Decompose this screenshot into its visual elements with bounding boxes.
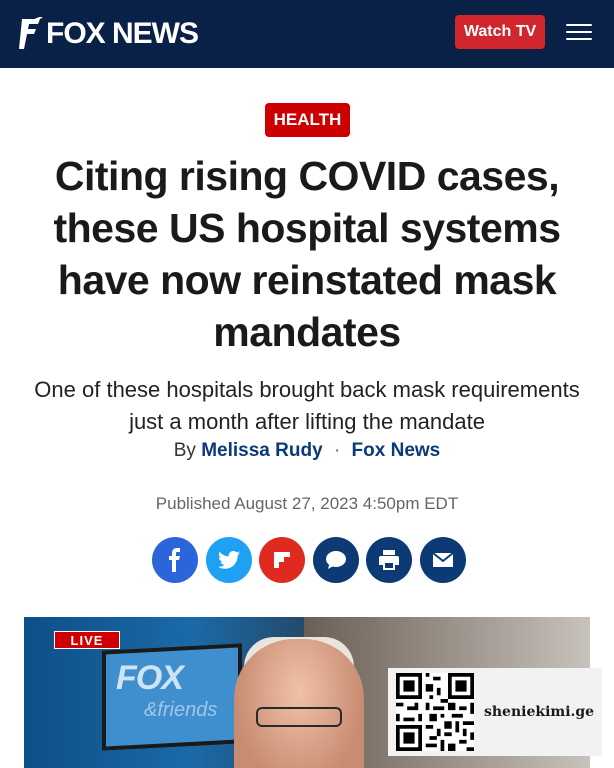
comment-icon xyxy=(325,551,346,569)
share-twitter-button[interactable] xyxy=(205,537,252,583)
logo-text: FOX NEWS xyxy=(46,17,199,50)
flipboard-icon xyxy=(274,552,291,568)
glasses-shape xyxy=(256,707,342,727)
print-button[interactable] xyxy=(366,537,413,583)
comments-button[interactable] xyxy=(312,537,359,583)
byline-prefix: By xyxy=(173,440,196,461)
share-flipboard-button[interactable] xyxy=(259,537,306,583)
watermark-box: sheniekimi.ge xyxy=(388,668,602,756)
watermark-site-text: sheniekimi.ge xyxy=(484,704,595,720)
email-share-button[interactable] xyxy=(419,537,466,583)
watch-tv-button[interactable]: Watch TV xyxy=(455,15,545,49)
screen-logo-text: FOX xyxy=(116,659,184,697)
published-date: Published August 27, 2023 4:50pm EDT xyxy=(155,494,459,513)
category-badge[interactable]: HEALTH xyxy=(265,103,350,137)
author-link[interactable]: Melissa Rudy xyxy=(201,440,322,461)
twitter-icon xyxy=(217,551,240,569)
screen-logo-subtext: &friends xyxy=(144,699,218,721)
byline-separator: · xyxy=(333,440,341,461)
live-badge: LIVE xyxy=(54,631,120,649)
print-icon xyxy=(379,550,400,570)
article-subheadline: One of these hospitals brought back mask… xyxy=(34,377,580,434)
top-nav-bar: FOX NEWS Watch TV xyxy=(0,0,614,68)
fox-news-logo[interactable]: FOX NEWS xyxy=(18,14,199,54)
article-headline: Citing rising COVID cases, these US hosp… xyxy=(53,153,561,355)
fox-logo-mark-icon xyxy=(19,17,43,49)
facebook-icon xyxy=(169,548,180,572)
source-link[interactable]: Fox News xyxy=(352,440,441,461)
qr-code-icon xyxy=(396,673,474,751)
email-icon xyxy=(432,552,454,567)
byline: By Melissa Rudy · Fox News xyxy=(30,440,584,462)
guest-portrait xyxy=(234,639,364,768)
share-bar xyxy=(152,537,466,583)
share-facebook-button[interactable] xyxy=(152,537,198,583)
hamburger-menu-icon[interactable] xyxy=(566,24,592,42)
